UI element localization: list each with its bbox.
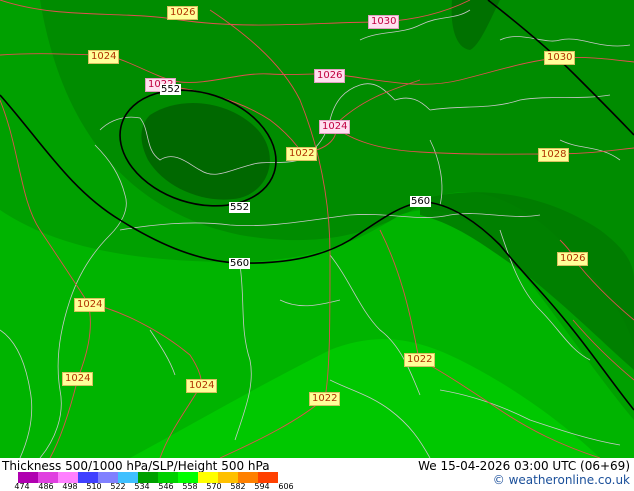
height-label: 552 [229,202,251,213]
isobar-label: 1030 [368,15,400,29]
isobar-label: 1022 [309,392,341,406]
isobar-label: 1026 [314,69,346,83]
isobar-label: 1026 [167,6,199,20]
isobar-label: 1022 [286,147,318,161]
isobar-label: 1022 [404,353,436,367]
isobar-label: 1024 [88,50,120,64]
height-label: 552 [160,84,182,95]
footer-bar: Thickness 500/1000 hPa/SLP/Height 500 hP… [0,458,634,491]
isobar-label: 1028 [538,148,570,162]
isobar-label: 1024 [319,120,351,134]
isobar-label: 1024 [62,372,94,386]
isobar-label: 1024 [74,298,106,312]
height-label: 560 [410,196,432,207]
credit-link[interactable]: © weatheronline.co.uk [493,473,630,487]
isobar-label: 1030 [544,51,576,65]
height-label: 560 [229,258,251,269]
weather-map: 1026 1030 1024 1022 1026 1030 1024 1022 … [0,0,634,458]
map-title: Thickness 500/1000 hPa/SLP/Height 500 hP… [2,459,270,473]
isobar-label: 1024 [186,379,218,393]
map-date: We 15-04-2026 03:00 UTC (06+69) [418,459,630,473]
isobar-label: 1026 [557,252,589,266]
